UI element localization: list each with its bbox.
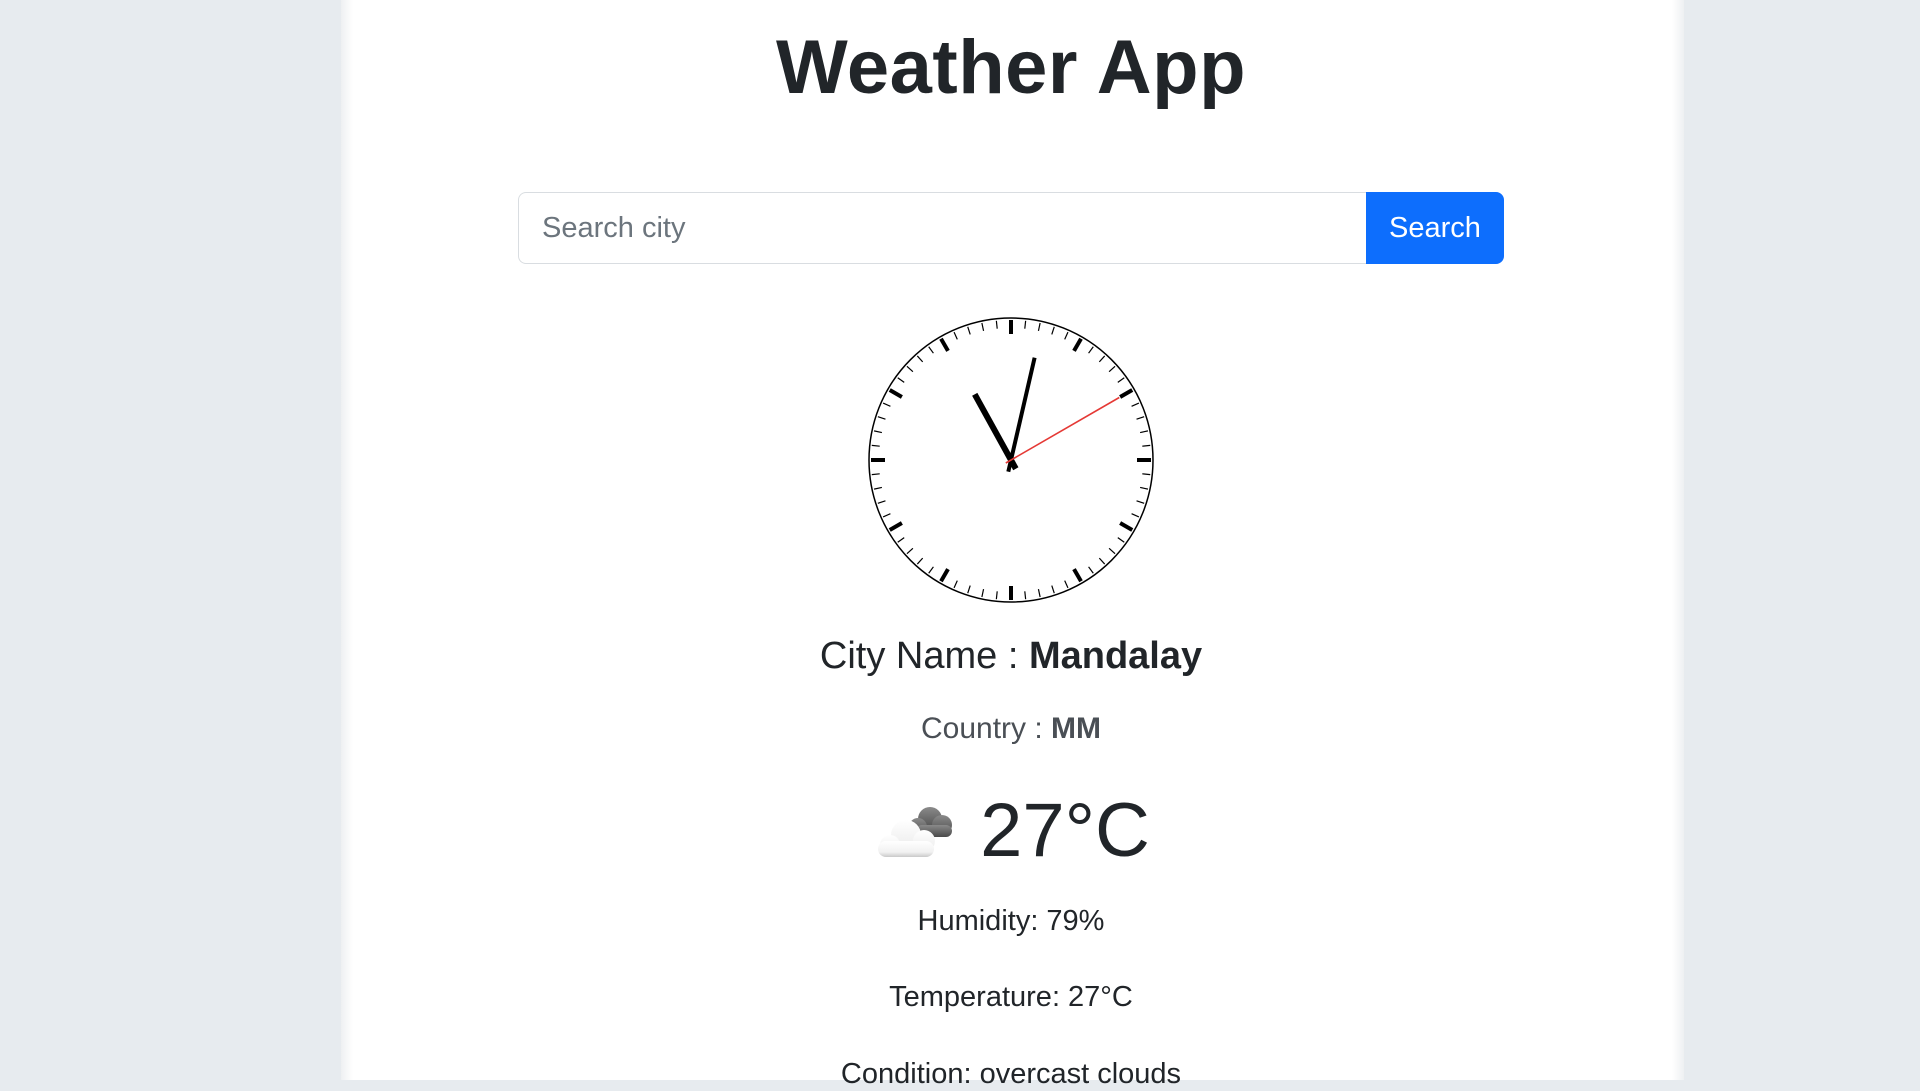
clock-minute-tick [1142, 444, 1151, 447]
clock-minute-tick [1024, 591, 1027, 600]
search-bar: Search [518, 192, 1504, 264]
clock-minute-tick [995, 591, 998, 600]
search-input[interactable] [518, 192, 1366, 264]
clock-minute-tick [871, 473, 880, 476]
clock-minute-tick [995, 320, 998, 329]
analog-clock [866, 315, 1156, 605]
clock-minute-tick [871, 444, 880, 447]
condition: Condition: overcast clouds [840, 1058, 1182, 1090]
country-value: MM [1051, 712, 1102, 745]
country-label: Country : [920, 712, 1052, 745]
temperature-detail: Temperature: 27°C [889, 981, 1133, 1013]
search-button[interactable]: Search [1366, 192, 1504, 264]
city-name: City Name : Mandalay [353, 635, 1669, 678]
city-label: City Name : [819, 635, 1029, 677]
overcast-clouds-icon [878, 807, 953, 857]
city-value: Mandalay [1028, 635, 1203, 677]
clock-minute-tick [1024, 320, 1027, 329]
weather-card: Weather App Search City Name : Mandalay … [353, 10, 1669, 1090]
humidity: Humidity: 79% [917, 905, 1105, 937]
current-temperature: 27°C [353, 780, 1669, 880]
clock-face [868, 317, 1154, 603]
page-title: Weather App [776, 25, 1246, 110]
country: Country : MM [353, 712, 1669, 746]
temperature-display: 27°C [980, 787, 1150, 873]
clock-minute-tick [1142, 473, 1151, 476]
